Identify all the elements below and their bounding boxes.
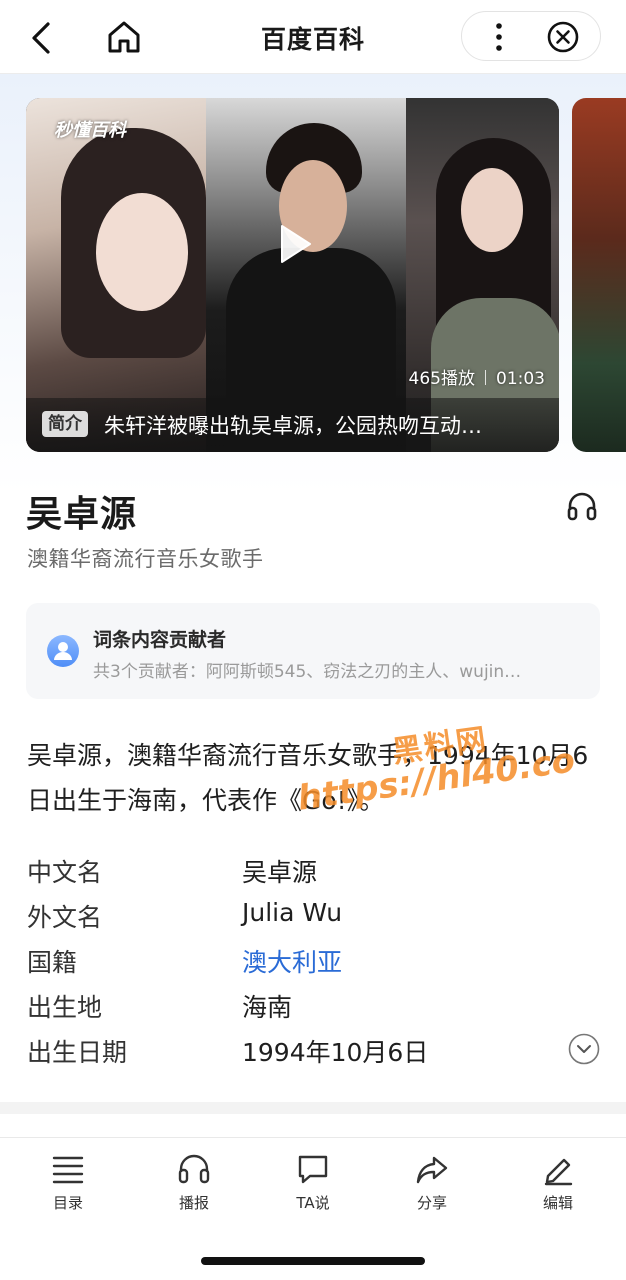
broadcast-button[interactable]: 播报 (149, 1152, 239, 1222)
share-label: 分享 (416, 1194, 447, 1212)
edit-button[interactable]: 编辑 (513, 1152, 603, 1222)
play-icon[interactable] (272, 222, 316, 266)
video-meta: 465播放 01:03 (409, 364, 545, 389)
infobox-key: 中文名 (27, 858, 103, 887)
video-duration: 01:03 (496, 369, 545, 389)
mini-program-capsule (461, 11, 601, 61)
top-navigation-bar: 百度百科 (0, 0, 626, 74)
caption-tag: 简介 (42, 411, 88, 437)
contributors-list: 共3个贡献者：阿阿斯顿545、窃法之刃的主人、wujin… (93, 662, 522, 682)
video-caption-bar: 简介 朱轩洋被曝出轨吴卓源，公园热吻互动… (26, 398, 559, 452)
entry-title: 吴卓源 (26, 494, 138, 535)
infobox-key: 出生日期 (27, 1038, 128, 1067)
chevron-down-icon[interactable] (568, 1033, 600, 1065)
video-play-count: 465播放 (408, 369, 475, 389)
video-card[interactable]: 秒懂百科 465播放 01:03 简介 朱轩洋被曝出轨吴卓源，公园热吻互动… (26, 98, 559, 452)
entry-summary: 吴卓源，澳籍华裔流行音乐女歌手，1994年10月6日出生于海南，代表作《Go!》… (27, 741, 589, 815)
infobox-value: 海南 (242, 993, 293, 1022)
list-icon (52, 1156, 84, 1184)
chat-bubble-icon (298, 1155, 328, 1184)
infobox-value: Julia Wu (242, 898, 343, 927)
headphones-icon (178, 1154, 210, 1184)
infobox-row: 中文名 吴卓源 (27, 853, 587, 893)
share-icon (416, 1156, 448, 1184)
entry-subtitle: 澳籍华裔流行音乐女歌手 (27, 547, 264, 571)
broadcast-label: 播报 (178, 1194, 209, 1212)
infobox-key: 出生地 (27, 993, 103, 1022)
ta-says-button[interactable]: TA说 (268, 1152, 358, 1222)
catalog-button[interactable]: 目录 (23, 1152, 113, 1222)
infobox-row: 国籍 澳大利亚 (27, 943, 587, 983)
video-caption: 朱轩洋被曝出轨吴卓源，公园热吻互动… (104, 414, 482, 438)
infobox-row: 外文名 Julia Wu (27, 898, 587, 938)
next-video-card[interactable] (572, 98, 626, 452)
contributors-card[interactable]: 词条内容贡献者 共3个贡献者：阿阿斯顿545、窃法之刃的主人、wujin… (26, 603, 600, 699)
headphones-icon[interactable] (564, 488, 600, 524)
video-brand-logo: 秒懂百科 (54, 120, 126, 141)
ta-says-label: TA说 (296, 1194, 330, 1212)
close-icon[interactable] (546, 20, 580, 54)
infobox-value: 1994年10月6日 (242, 1038, 429, 1067)
share-button[interactable]: 分享 (387, 1152, 477, 1222)
infobox-key: 国籍 (27, 948, 78, 977)
user-icon (47, 635, 79, 667)
separator (485, 370, 486, 385)
infobox-key: 外文名 (27, 903, 103, 932)
home-indicator (201, 1257, 425, 1265)
infobox-row: 出生地 海南 (27, 988, 587, 1028)
section-divider (0, 1102, 626, 1114)
pencil-icon (544, 1158, 573, 1186)
more-icon[interactable] (484, 20, 514, 54)
nationality-link[interactable]: 澳大利亚 (242, 943, 342, 979)
catalog-label: 目录 (52, 1194, 83, 1212)
edit-label: 编辑 (542, 1194, 573, 1212)
contributors-title: 词条内容贡献者 (93, 629, 227, 651)
infobox-value: 吴卓源 (242, 858, 318, 887)
infobox-row: 出生日期 1994年10月6日 (27, 1033, 587, 1073)
